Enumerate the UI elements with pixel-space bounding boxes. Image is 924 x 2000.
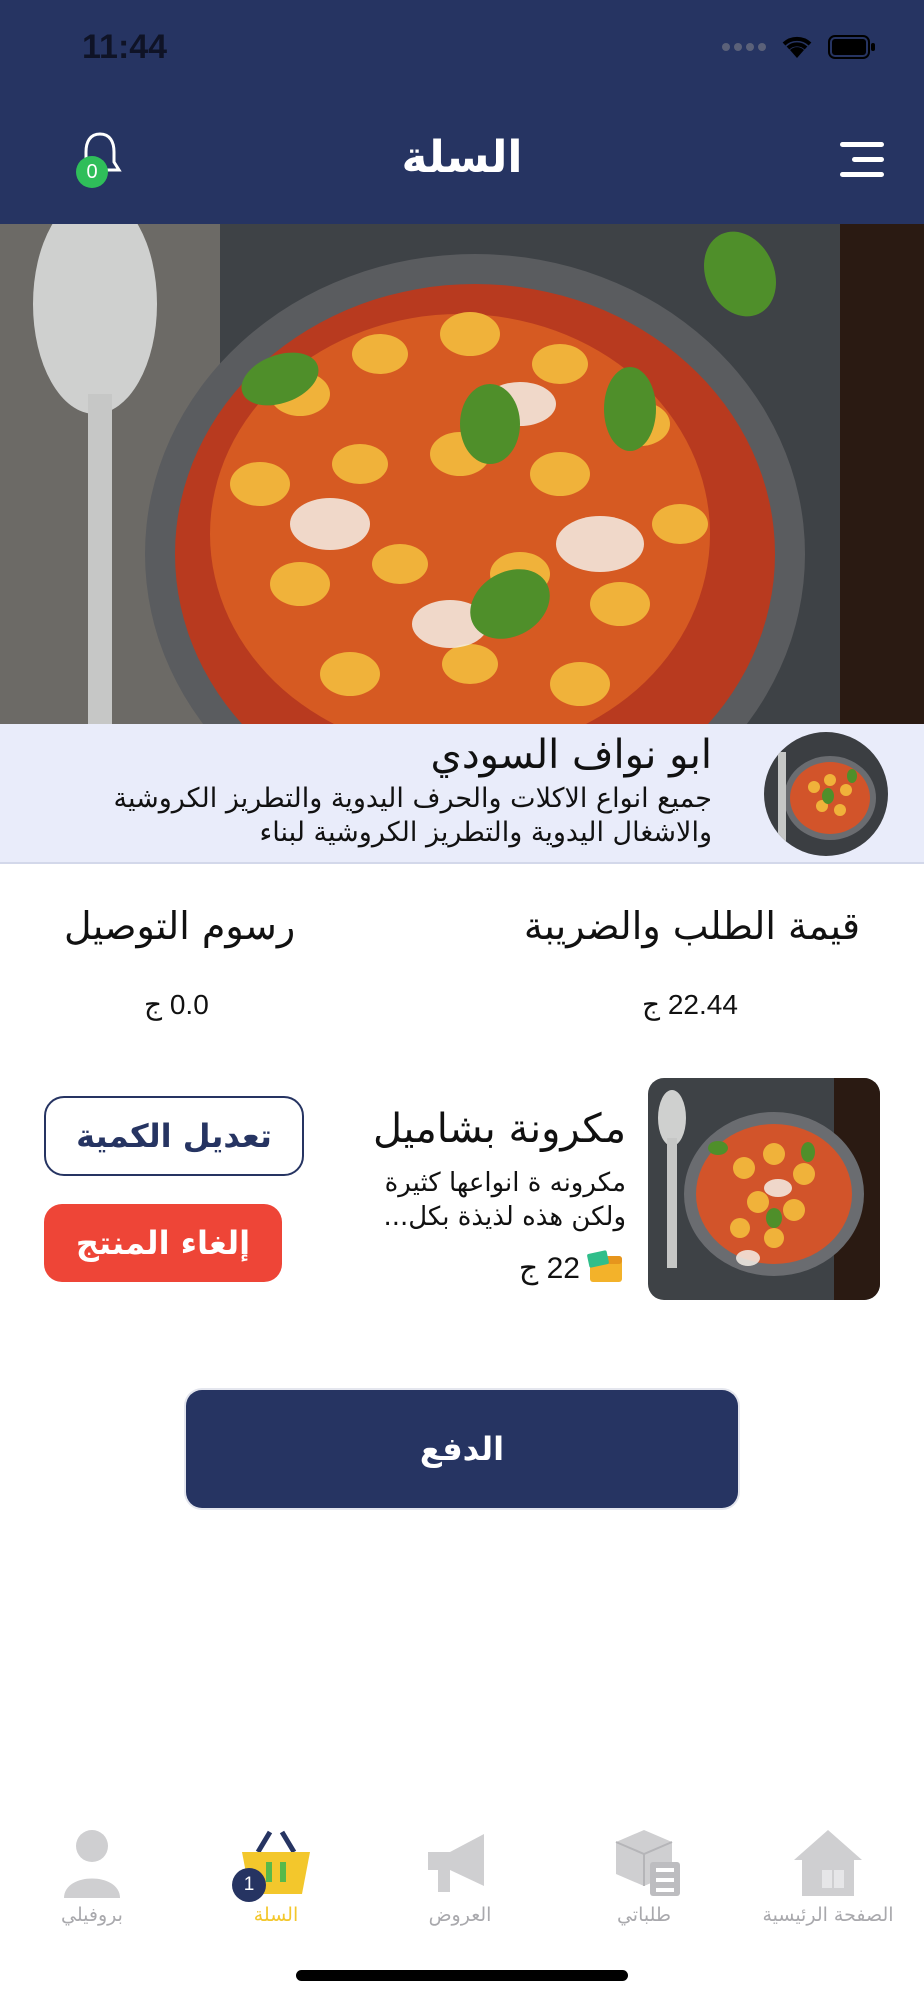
home-indicator (296, 1970, 628, 1981)
product-name: مكرونة بشاميل (373, 1106, 626, 1152)
menu-icon[interactable] (836, 140, 884, 180)
tab-orders[interactable]: طلباتي (552, 1826, 736, 1926)
restaurant-info[interactable]: ابو نواف السودي جميع انواع الاكلات والحر… (0, 724, 924, 864)
tab-label: طلباتي (616, 1904, 672, 1926)
home-icon (794, 1830, 862, 1896)
restaurant-logo (764, 732, 888, 856)
cart-count-badge: 1 (232, 1868, 266, 1902)
tab-label: السلة (253, 1904, 299, 1926)
status-time: 11:44 (82, 28, 168, 66)
app-header: 11:44 0 السلة (0, 0, 924, 224)
remove-product-button[interactable]: إلغاء المنتج (44, 1204, 282, 1282)
tab-label: بروفيلي (61, 1904, 123, 1926)
wifi-icon (782, 36, 812, 58)
delivery-fee-label: رسوم التوصيل (64, 904, 296, 948)
product-price: 22 ج (519, 1248, 626, 1288)
orders-box-icon (615, 1830, 680, 1896)
restaurant-description: جميع انواع الاكلات والحرف اليدوية والتطر… (113, 783, 712, 848)
signal-icon (722, 43, 766, 51)
battery-icon (828, 35, 875, 59)
order-tax-label: قيمة الطلب والضريبة (523, 904, 860, 948)
page-title: السلة (401, 132, 523, 183)
tab-label: العروض (428, 1904, 492, 1926)
tab-home[interactable]: الصفحة الرئيسية (736, 1826, 920, 1926)
restaurant-cover-image (0, 224, 924, 724)
tab-offers[interactable]: العروض (368, 1826, 552, 1926)
product-price-value: 22 ج (518, 1251, 580, 1285)
restaurant-name: ابو نواف السودي (430, 732, 712, 778)
product-description: مكرونه ة انواعها كثيرة ولكن هذه لذيذة بك… (383, 1168, 626, 1232)
product-image (648, 1078, 880, 1300)
tab-profile[interactable]: بروفيلي (0, 1826, 184, 1926)
tab-cart[interactable]: السلة (184, 1826, 368, 1926)
megaphone-icon (428, 1834, 484, 1892)
status-icons (722, 34, 876, 60)
tab-label: الصفحة الرئيسية (762, 1904, 894, 1926)
profile-icon (64, 1830, 120, 1898)
edit-quantity-button[interactable]: تعديل الكمية (44, 1096, 304, 1176)
order-tax-value: 22.44 ج (642, 989, 738, 1020)
pay-button[interactable]: الدفع (186, 1390, 738, 1508)
delivery-fee-value: 0.0 ج (144, 989, 209, 1020)
wallet-icon (587, 1250, 622, 1282)
